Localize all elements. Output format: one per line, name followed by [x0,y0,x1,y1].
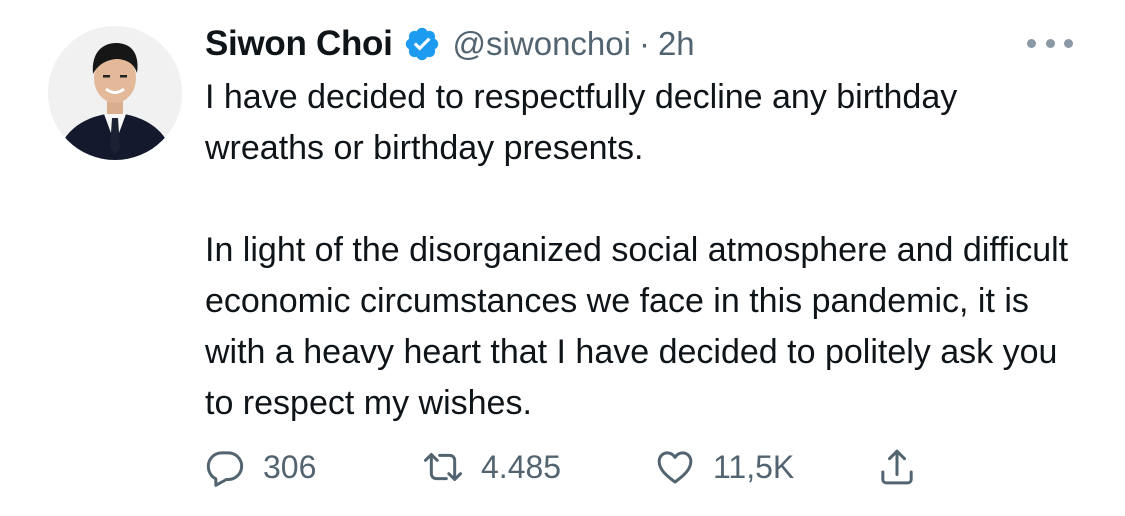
like-count: 11,5K [713,448,795,485]
tweet-paragraph: I have decided to respectfully decline a… [205,78,958,167]
author-handle[interactable]: @siwonchoi [453,25,631,63]
reply-count: 306 [263,448,317,485]
share-button[interactable] [877,440,917,494]
share-icon [881,449,913,485]
tweet[interactable]: Siwon Choi @siwonchoi · 2h I have decide… [0,0,1125,516]
author-display-name[interactable]: Siwon Choi [205,24,393,64]
more-horizontal-icon[interactable] [1027,30,1073,56]
more-dot [1064,38,1073,48]
header-separator: · [638,25,650,62]
avatar[interactable] [48,26,182,160]
tweet-paragraph: In light of the disorganized social atmo… [205,231,1069,422]
tweet-header: Siwon Choi @siwonchoi · 2h [205,20,695,68]
more-dot [1027,38,1036,48]
like-button[interactable]: 11,5K [655,440,794,494]
tweet-text: I have decided to respectfully decline a… [205,72,1085,429]
reply-icon [206,451,244,487]
reply-button[interactable]: 306 [205,440,316,494]
retweet-icon [424,453,462,481]
tweet-actions: 306 4.485 11,5K [205,440,945,494]
retweet-count: 4.485 [481,448,562,485]
verified-badge-icon [405,27,438,61]
retweet-button[interactable]: 4.485 [423,440,561,494]
heart-icon [657,451,693,484]
avatar-image [48,26,182,160]
tweet-timestamp[interactable]: 2h [658,25,695,63]
more-dot [1045,38,1055,48]
